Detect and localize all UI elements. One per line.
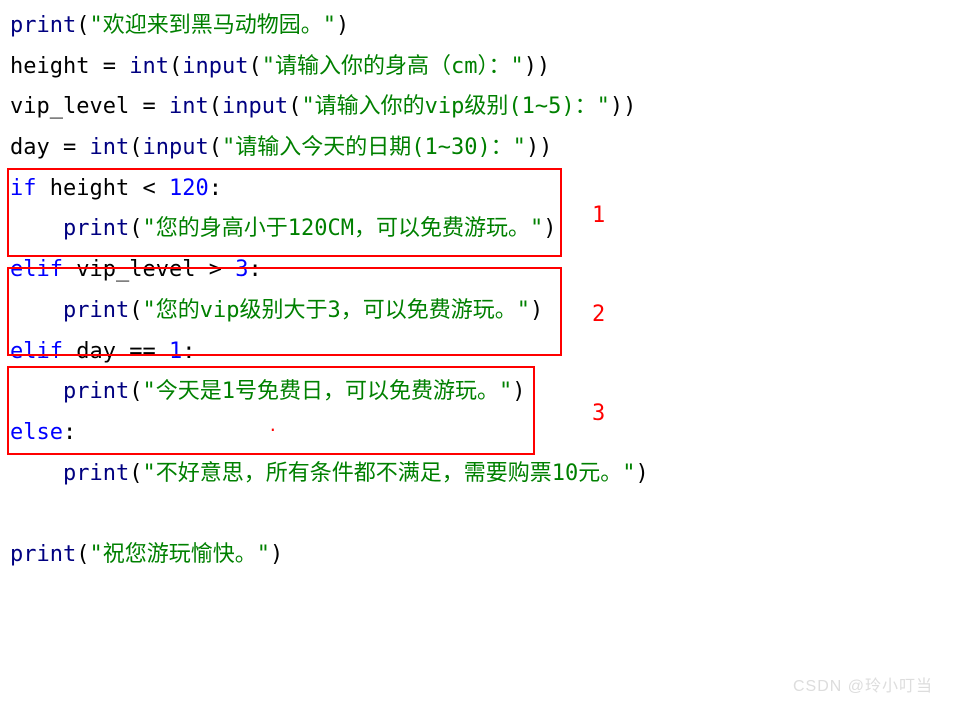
code-line-8: print("您的vip级别大于3，可以免费游玩。"): [10, 291, 943, 332]
print-call: print: [63, 216, 129, 241]
code-line-3: vip_level = int(input("请输入你的vip级别(1~5)："…: [10, 87, 943, 128]
code-block: print("欢迎来到黑马动物园。") height = int(input("…: [10, 6, 943, 576]
code-line-11: else:: [10, 413, 943, 454]
code-line-empty: [10, 494, 943, 535]
print-call: print: [63, 461, 129, 486]
number-literal: 120: [169, 176, 209, 201]
input-call: input: [142, 135, 208, 160]
code-line-9: elif day == 1:: [10, 332, 943, 373]
code-line-6: print("您的身高小于120CM，可以免费游玩。"): [10, 209, 943, 250]
code-line-12: print("不好意思，所有条件都不满足，需要购票10元。"): [10, 454, 943, 495]
string-literal: "不好意思，所有条件都不满足，需要购票10元。": [142, 461, 635, 486]
int-call: int: [129, 54, 169, 79]
if-keyword: if: [10, 176, 37, 201]
print-call: print: [10, 542, 76, 567]
elif-keyword: elif: [10, 257, 63, 282]
annotation-label-2: 2: [592, 295, 605, 336]
code-line-4: day = int(input("请输入今天的日期(1~30)：")): [10, 128, 943, 169]
code-line-2: height = int(input("请输入你的身高（cm）：")): [10, 47, 943, 88]
code-line-7: elif vip_level > 3:: [10, 250, 943, 291]
int-call: int: [89, 135, 129, 160]
code-line-5: if height < 120:: [10, 169, 943, 210]
string-literal: "祝您游玩愉快。": [89, 542, 270, 567]
input-call: input: [182, 54, 248, 79]
input-call: input: [222, 94, 288, 119]
string-literal: "欢迎来到黑马动物园。": [89, 13, 336, 38]
number-literal: 1: [169, 339, 182, 364]
string-literal: "您的vip级别大于3，可以免费游玩。": [142, 298, 529, 323]
string-literal: "请输入你的身高（cm）：": [262, 54, 524, 79]
number-literal: 3: [235, 257, 248, 282]
print-call: print: [10, 13, 76, 38]
watermark-text: CSDN @玲小叮当: [793, 672, 933, 702]
code-line-1: print("欢迎来到黑马动物园。"): [10, 6, 943, 47]
string-literal: "请输入今天的日期(1~30)：": [222, 135, 526, 160]
annotation-label-1: 1: [592, 196, 605, 237]
else-keyword: else: [10, 420, 63, 445]
code-line-10: print("今天是1号免费日，可以免费游玩。"): [10, 372, 943, 413]
print-call: print: [63, 379, 129, 404]
string-literal: "您的身高小于120CM，可以免费游玩。": [142, 216, 543, 241]
int-call: int: [169, 94, 209, 119]
annotation-label-3: 3: [592, 394, 605, 435]
code-line-14: print("祝您游玩愉快。"): [10, 535, 943, 576]
elif-keyword: elif: [10, 339, 63, 364]
string-literal: "今天是1号免费日，可以免费游玩。": [142, 379, 512, 404]
annotation-dot: .: [268, 411, 278, 441]
print-call: print: [63, 298, 129, 323]
string-literal: "请输入你的vip级别(1~5)：": [301, 94, 609, 119]
